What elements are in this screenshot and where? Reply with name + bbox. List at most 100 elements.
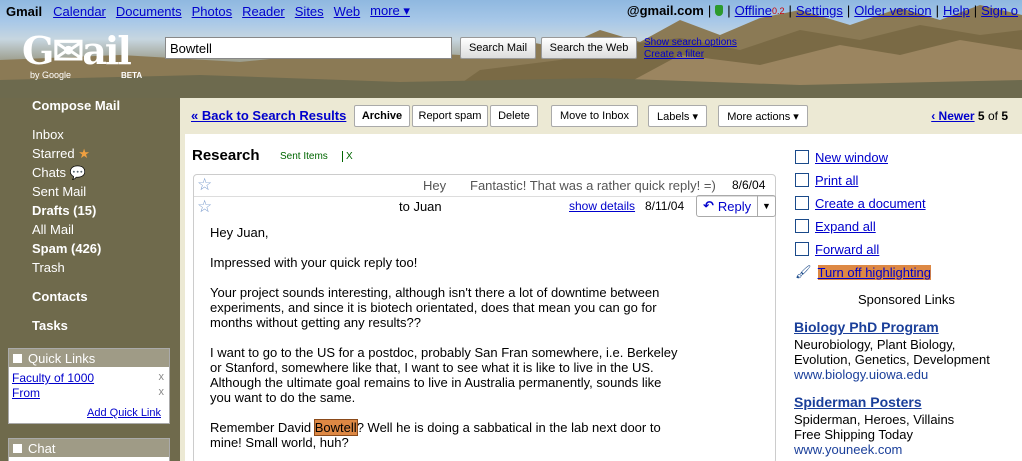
remove-label-icon[interactable]: X (342, 151, 353, 162)
show-details-link[interactable]: show details (569, 199, 635, 213)
archive-button[interactable]: Archive (354, 105, 410, 127)
ad-url[interactable]: www.biology.uiowa.edu (794, 367, 1022, 382)
sidebar-item-inbox[interactable]: Inbox (32, 127, 64, 142)
sidebar-item-trash[interactable]: Trash (32, 260, 65, 275)
sidebar-item-starred[interactable]: Starred ★ (32, 146, 90, 162)
thread-subject: Research (192, 147, 260, 164)
sidebar-item-all-mail[interactable]: All Mail (32, 222, 74, 237)
offline-link[interactable]: Offline (735, 3, 772, 18)
new-window-action[interactable]: New window (795, 148, 888, 166)
search-input[interactable] (165, 37, 452, 59)
back-to-results-link[interactable]: « Back to Search Results (191, 108, 346, 123)
expand-all-action[interactable]: Expand all (795, 217, 876, 235)
older-version-link[interactable]: Older version (854, 3, 931, 18)
ad-title-link[interactable]: Spiderman Posters (794, 395, 1022, 410)
printer-icon (795, 173, 809, 187)
show-search-options-link[interactable]: Show search options (644, 37, 737, 49)
collapsed-message-row[interactable]: ☆ Hey Fantastic! That was a rather quick… (194, 175, 775, 197)
nav-photos[interactable]: Photos (192, 4, 232, 19)
toolbar: « Back to Search Results Archive Report … (180, 98, 1022, 134)
move-to-inbox-button[interactable]: Move to Inbox (551, 105, 638, 127)
sidebar-item-drafts[interactable]: Drafts (15) (32, 203, 96, 218)
sidebar-item-contacts[interactable]: Contacts (32, 289, 88, 304)
reply-arrow-icon: ↶ (703, 198, 714, 213)
star-icon[interactable]: ☆ (197, 175, 212, 195)
sidebar-item-label: Chats (32, 165, 66, 180)
create-filter-link[interactable]: Create a filter (644, 49, 737, 61)
sidebar-item-chats[interactable]: Chats 💬 (32, 165, 86, 181)
reply-label: Reply (717, 198, 752, 214)
remove-icon[interactable]: x (159, 386, 165, 398)
compose-mail-link[interactable]: Compose Mail (32, 98, 120, 113)
report-spam-button[interactable]: Report spam (412, 105, 488, 127)
sponsored-links-title: Sponsored Links (858, 292, 955, 307)
nav-calendar[interactable]: Calendar (53, 4, 106, 19)
action-label: Forward all (815, 241, 880, 257)
body-paragraph: I want to go to the US for a postdoc, pr… (210, 345, 678, 405)
ad-url[interactable]: www.youneek.com (794, 442, 1022, 457)
labels-dropdown[interactable]: Labels ▾ (648, 105, 707, 127)
sidebar-item-spam[interactable]: Spam (426) (32, 241, 101, 256)
nav-web[interactable]: Web (334, 4, 361, 19)
account-links: @gmail.com | | Offline 0.2 | Settings | … (626, 3, 1018, 18)
label-chip[interactable]: Sent Items (280, 151, 328, 162)
action-label: Turn off highlighting (817, 264, 931, 280)
search-web-button[interactable]: Search the Web (541, 37, 637, 59)
ad-text: Evolution, Genetics, Development (794, 352, 990, 367)
add-quick-link[interactable]: Add Quick Link (87, 407, 161, 419)
remove-icon[interactable]: x (159, 371, 165, 383)
forward-all-action[interactable]: Forward all (795, 240, 879, 258)
offline-count: 0.2 (772, 5, 785, 16)
more-actions-dropdown[interactable]: More actions ▾ (718, 105, 808, 127)
help-link[interactable]: Help (943, 3, 970, 18)
turn-off-highlighting-action[interactable]: 🖌 Turn off highlighting (795, 263, 931, 281)
chat-bubble-icon: 💬 (69, 165, 86, 180)
nav-reader[interactable]: Reader (242, 4, 285, 19)
document-icon (795, 196, 809, 210)
newer-link[interactable]: ‹ Newer (931, 109, 974, 123)
ad-text: Free Shipping Today (794, 427, 914, 442)
message-date: 8/6/04 (732, 178, 766, 192)
ad-text: Neurobiology, Plant Biology, (794, 337, 956, 352)
message-snippet: Fantastic! That was a rather quick reply… (470, 178, 716, 193)
labs-flask-icon[interactable] (715, 5, 724, 16)
gmail-logo[interactable]: G✉ail by Google BETA (22, 28, 142, 88)
page-of: of (987, 109, 998, 123)
sidebar-item-sent[interactable]: Sent Mail (32, 184, 86, 199)
search-mail-button[interactable]: Search Mail (460, 37, 536, 59)
quick-links-header[interactable]: Quick Links (9, 349, 169, 367)
message-view: Research Sent Items X ☆ Hey Fantastic! T… (185, 134, 1022, 461)
ad-text: Spiderman, Heroes, Villains (794, 412, 955, 427)
message-card: ☆ Hey Fantastic! That was a rather quick… (193, 174, 776, 461)
page-total: 5 (1001, 109, 1008, 123)
body-paragraph: Remember David Bowtell? Well he is doing… (210, 419, 680, 450)
body-paragraph: Impressed with your quick reply too! (210, 255, 418, 270)
search-links: Show search options Create a filter (644, 37, 737, 61)
quick-link-item[interactable]: From (12, 386, 40, 400)
chevron-down-icon[interactable]: ▼ (757, 196, 775, 216)
nav-documents[interactable]: Documents (116, 4, 182, 19)
create-document-action[interactable]: Create a document (795, 194, 926, 212)
action-label: Print all (815, 172, 859, 188)
ad-title-link[interactable]: Biology PhD Program (794, 320, 1022, 335)
nav-more[interactable]: more ▾ (370, 3, 410, 19)
sign-out-link[interactable]: Sign o (981, 3, 1018, 18)
quick-link-item[interactable]: Faculty of 1000 (12, 371, 94, 385)
sidebar-item-tasks[interactable]: Tasks (32, 318, 68, 333)
top-nav-bar: Gmail Calendar Documents Photos Reader S… (0, 0, 1022, 22)
delete-button[interactable]: Delete (490, 105, 538, 127)
print-all-action[interactable]: Print all (795, 171, 858, 189)
star-icon: ★ (78, 146, 90, 161)
reply-button[interactable]: ↶ Reply ▼ (696, 195, 776, 217)
sender-name: Hey (423, 178, 447, 193)
collapse-icon (13, 443, 22, 453)
nav-sites[interactable]: Sites (295, 4, 324, 19)
page-current: 5 (977, 109, 985, 123)
star-icon[interactable]: ☆ (197, 197, 212, 217)
message-body: Hey Juan, Impressed with your quick repl… (210, 225, 680, 461)
chat-header[interactable]: Chat (9, 439, 169, 457)
action-label: Expand all (815, 218, 876, 234)
message-date: 8/11/04 (645, 199, 685, 213)
quick-links-title: Quick Links (28, 350, 96, 366)
settings-link[interactable]: Settings (796, 3, 843, 18)
